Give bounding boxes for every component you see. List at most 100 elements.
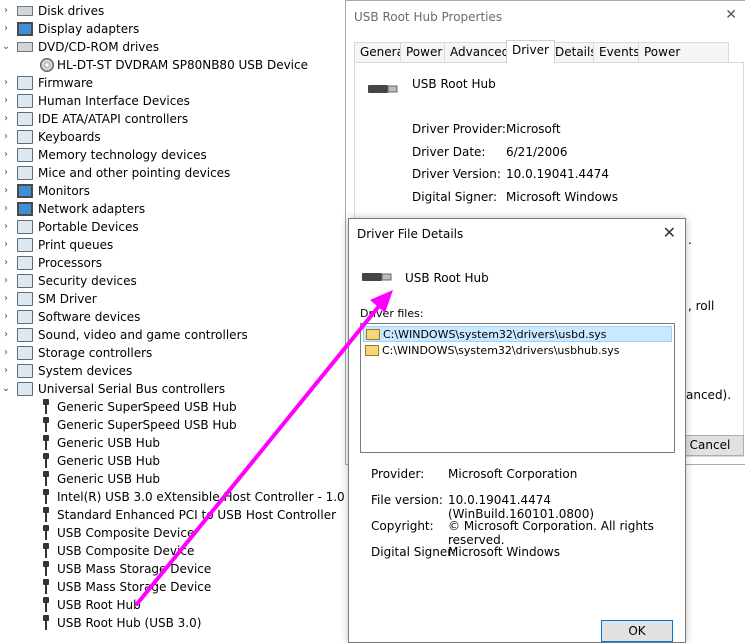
tree-item[interactable]: Generic USB Hub [0,434,345,452]
tree-item[interactable]: › Processors [0,254,345,272]
chevron-right-icon[interactable]: › [0,182,12,200]
chevron-right-icon[interactable]: › [0,110,12,128]
chevron-right-icon[interactable]: › [0,290,12,308]
tree-item-label: USB Root Hub (USB 3.0) [57,616,202,630]
file-version-label: File version: [371,493,443,507]
tree-item[interactable]: › Keyboards [0,128,345,146]
tree-item[interactable]: Generic USB Hub [0,470,345,488]
chevron-right-icon[interactable]: › [0,164,12,182]
chevron-right-icon[interactable]: › [0,308,12,326]
driver-files-list[interactable]: C:\WINDOWS\system32\drivers\usbd.sys C:\… [360,323,675,453]
usb-plug-icon [362,273,392,281]
tree-item[interactable]: › SM Driver [0,290,345,308]
tree-item[interactable]: › Human Interface Devices [0,92,345,110]
tree-item-label: Memory technology devices [38,148,207,162]
tree-item[interactable]: USB Root Hub (USB 3.0) [0,614,345,632]
tree-item[interactable]: HL-DT-ST DVDRAM SP80NB80 USB Device [0,56,345,74]
portable-device-icon [17,220,33,234]
chevron-right-icon[interactable]: › [0,254,12,272]
tab-power-management[interactable]: Power Management [638,42,730,77]
usb-plug-icon [368,85,398,93]
close-icon[interactable]: ✕ [663,223,676,242]
system-file-icon [365,345,379,356]
clipped-text: . [688,233,692,247]
ok-button[interactable]: OK [601,620,673,642]
tree-item[interactable]: Standard Enhanced PCI to USB Host Contro… [0,506,345,524]
chevron-right-icon[interactable]: › [0,326,12,344]
tree-item[interactable]: › Firmware [0,74,345,92]
chevron-right-icon[interactable]: › [0,74,12,92]
file-version-value: 10.0.19041.4474 (WinBuild.160101.0800) [448,493,595,521]
file-path: C:\WINDOWS\system32\drivers\usbhub.sys [382,344,620,357]
tree-item[interactable]: › Sound, video and game controllers [0,326,345,344]
chevron-down-icon[interactable]: ⌄ [0,38,12,56]
usb-plug-icon [42,507,50,523]
chevron-right-icon[interactable]: › [0,128,12,146]
tree-item-label: Monitors [38,184,90,198]
chevron-right-icon[interactable]: › [0,146,12,164]
tree-item[interactable]: USB Root Hub [0,596,345,614]
tab-power[interactable]: Power [400,42,449,62]
tree-item[interactable]: › Software devices [0,308,345,326]
driver-version-value: 10.0.19041.4474 [506,167,610,181]
digital-signer-value: Microsoft Windows [506,190,618,204]
firmware-icon [17,76,33,90]
tree-item[interactable]: USB Mass Storage Device [0,560,345,578]
chevron-right-icon[interactable]: › [0,92,12,110]
tree-item-label: Storage controllers [38,346,153,360]
driver-provider-value: Microsoft [506,122,561,136]
clipped-text: , roll [688,299,715,313]
chevron-right-icon[interactable]: › [0,218,12,236]
provider-value: Microsoft Corporation [448,467,578,481]
tree-item[interactable]: Generic USB Hub [0,452,345,470]
chevron-right-icon[interactable]: › [0,200,12,218]
cancel-button[interactable]: Cancel [676,435,744,456]
list-item[interactable]: C:\WINDOWS\system32\drivers\usbhub.sys [363,343,672,359]
tree-item[interactable]: › IDE ATA/ATAPI controllers [0,110,345,128]
tree-item[interactable]: USB Composite Device [0,524,345,542]
tree-item[interactable]: Generic SuperSpeed USB Hub [0,416,345,434]
chevron-right-icon[interactable]: › [0,362,12,380]
clipped-text: anced). [686,388,732,402]
tree-item[interactable]: › Network adapters [0,200,345,218]
chevron-right-icon[interactable]: › [0,236,12,254]
tree-item[interactable]: Intel(R) USB 3.0 eXtensible Host Control… [0,488,392,506]
usb-plug-icon [42,417,50,433]
usb-plug-icon [42,543,50,559]
tab-driver[interactable]: Driver [506,40,555,63]
tree-item[interactable]: › Portable Devices [0,218,345,236]
chevron-right-icon[interactable]: › [0,344,12,362]
chevron-right-icon[interactable]: › [0,2,12,20]
tree-item[interactable]: › Memory technology devices [0,146,345,164]
properties-window-title: USB Root Hub Properties [354,10,503,24]
chevron-right-icon[interactable]: › [0,272,12,290]
tree-item[interactable]: ⌄ Universal Serial Bus controllers [0,380,345,398]
dvd-drive-icon [17,42,33,52]
tree-item[interactable]: ⌄ DVD/CD-ROM drives [0,38,345,56]
tree-item[interactable]: › Display adapters [0,20,345,38]
tree-item[interactable]: › Disk drives [0,2,345,20]
network-adapter-icon [17,202,33,216]
tree-item[interactable]: › Print queues [0,236,345,254]
tree-item-label: USB Mass Storage Device [57,580,212,594]
tree-item[interactable]: › Security devices [0,272,345,290]
tree-item[interactable]: › Storage controllers [0,344,345,362]
close-icon[interactable]: ✕ [725,7,737,23]
tree-item[interactable]: › Monitors [0,182,345,200]
tree-item[interactable]: USB Mass Storage Device [0,578,345,596]
usb-plug-icon [42,525,50,541]
tree-item[interactable]: USB Composite Device [0,542,345,560]
dialog-title: Driver File Details [357,227,464,241]
usb-plug-icon [42,489,50,505]
tree-item[interactable]: › Mice and other pointing devices [0,164,345,182]
chevron-down-icon[interactable]: ⌄ [0,380,12,398]
driver-version-label: Driver Version: [412,167,501,181]
optical-disc-icon [40,58,54,72]
tree-item-label: Generic USB Hub [57,436,161,450]
tree-item[interactable]: › System devices [0,362,345,380]
tab-advanced[interactable]: Advanced [444,42,516,62]
tree-item-label: USB Mass Storage Device [57,562,212,576]
chevron-right-icon[interactable]: › [0,20,12,38]
list-item[interactable]: C:\WINDOWS\system32\drivers\usbd.sys [363,326,672,342]
tree-item[interactable]: Generic SuperSpeed USB Hub [0,398,345,416]
